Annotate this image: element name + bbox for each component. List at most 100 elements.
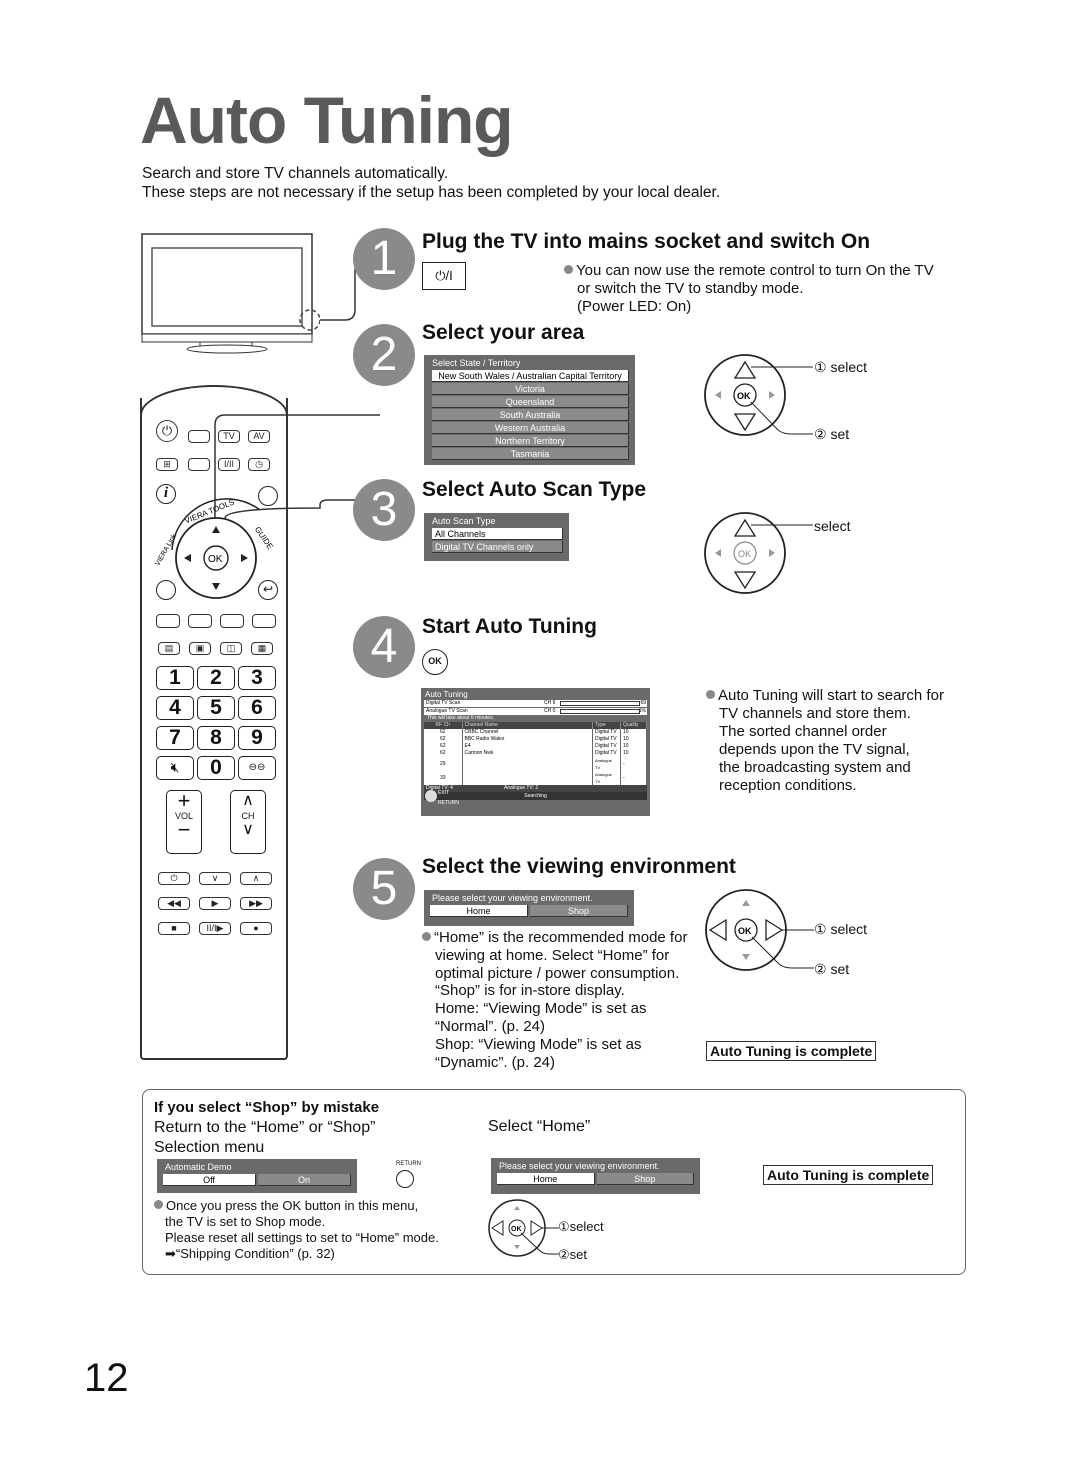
return-button[interactable]: ↩ (258, 580, 278, 600)
text-button[interactable]: ▤ (158, 642, 180, 655)
note-line: Home: “Viewing Mode” is set as (435, 1000, 647, 1018)
column-header: RF Ch (424, 722, 463, 729)
blank-button[interactable] (188, 430, 210, 443)
note-line: the broadcasting system and (719, 759, 911, 776)
number-key[interactable]: 4 (156, 696, 194, 720)
note-line: “Normal”. (p. 24) (435, 1017, 546, 1035)
menu-header: Please select your viewing environment. (499, 1161, 660, 1171)
off-option[interactable]: Off (163, 1174, 256, 1186)
automatic-demo-menu: Automatic Demo Off On (157, 1159, 357, 1193)
mistake-note: Once you press the OK button in this men… (154, 1198, 439, 1262)
number-key[interactable]: 6 (238, 696, 276, 720)
table-row: 62 BBC Radio Wales Digital TV 10 (424, 736, 647, 743)
audio-button[interactable]: I/II (218, 458, 240, 471)
number-key[interactable]: 1 (156, 666, 194, 690)
auto-scan-type-menu: Auto Scan Type All Channels Digital TV C… (424, 513, 569, 561)
menu-option[interactable]: All Channels (432, 528, 563, 540)
on-option[interactable]: On (258, 1174, 351, 1186)
note-line: depends upon the TV signal, (719, 741, 910, 758)
volume-rocker[interactable]: + VOL − (166, 790, 202, 854)
index-button[interactable]: ▣ (189, 642, 211, 655)
menu-header: Auto Scan Type (432, 516, 496, 526)
step-title: Plug the TV into mains socket and switch… (422, 230, 871, 253)
page-title: Auto Tuning (140, 83, 514, 157)
menu-option[interactable]: South Australia (432, 409, 629, 421)
stop-button[interactable]: ■ (158, 922, 190, 935)
page-number: 12 (84, 1356, 129, 1400)
number-key[interactable]: 7 (156, 726, 194, 750)
home-option[interactable]: Home (497, 1173, 595, 1185)
blank-button[interactable] (188, 458, 210, 471)
note-line: Auto Tuning will start to search for (718, 687, 944, 704)
step-title: Select the viewing environment (422, 855, 736, 878)
menu-option[interactable]: Victoria (432, 383, 629, 395)
step-number: 3 (353, 479, 415, 541)
mute-button[interactable]: 🔇︎ (156, 756, 194, 780)
shipping-condition-link[interactable]: “Shipping Condition” (p. 32) (176, 1246, 335, 1261)
note-line: Please reset all settings to set to “Hom… (165, 1230, 439, 1245)
color-button-green[interactable] (188, 614, 212, 628)
home-option[interactable]: Home (430, 905, 528, 917)
menu-button[interactable]: ⊞ (156, 458, 178, 471)
auto-tuning-screen: Auto Tuning Digital TV Scan CH 6 69 Anal… (421, 688, 650, 816)
nav-diagram-left-right: OK (705, 889, 814, 971)
ch-label: CH (241, 811, 255, 821)
select-label: ① select (814, 359, 868, 375)
note-line: reception conditions. (719, 777, 857, 794)
svg-text:OK: OK (511, 1226, 522, 1233)
power-button[interactable]: ⏻ (156, 420, 178, 442)
menu-option[interactable]: Digital TV Channels only (432, 541, 563, 553)
menu-option[interactable]: Tasmania (432, 448, 629, 460)
shop-option[interactable]: Shop (530, 905, 628, 917)
color-button-blue[interactable] (252, 614, 276, 628)
number-key[interactable]: 8 (197, 726, 235, 750)
hold-button[interactable]: ◫ (220, 642, 242, 655)
number-key[interactable]: 5 (197, 696, 235, 720)
menu-header: Select State / Territory (432, 358, 521, 368)
last-view-button[interactable]: ⊖⊖ (238, 756, 276, 780)
number-key[interactable]: 2 (197, 666, 235, 690)
shop-option[interactable]: Shop (596, 1173, 694, 1185)
tv-button[interactable]: TV (218, 430, 240, 443)
number-key[interactable]: 9 (238, 726, 276, 750)
step-4-note: Auto Tuning will start to search for TV … (706, 687, 944, 795)
intro-text: Search and store TV channels automatical… (142, 164, 720, 202)
timer-button[interactable]: ◷ (248, 458, 270, 471)
menu-option[interactable]: Western Australia (432, 422, 629, 434)
select-label: select (814, 518, 851, 534)
menu-option[interactable]: Northern Territory (432, 435, 629, 447)
standby-button[interactable]: ⏻ (158, 872, 190, 885)
step-5-note: “Home” is the recommended mode for viewi… (422, 929, 687, 1071)
table-row: 33 Analogue TV - (424, 771, 647, 785)
step-1-note: You can now use the remote control to tu… (564, 262, 934, 316)
number-key[interactable]: 0 (197, 756, 235, 780)
round-button[interactable] (156, 580, 176, 600)
up-button[interactable]: ∧ (240, 872, 272, 885)
subtitle-button[interactable]: ▦ (251, 642, 273, 655)
column-header: Type (592, 722, 621, 729)
color-button-yellow[interactable] (220, 614, 244, 628)
step-number: 2 (353, 324, 415, 386)
number-key[interactable]: 3 (238, 666, 276, 690)
step-title: Select Auto Scan Type (422, 478, 647, 501)
record-button[interactable]: ● (240, 922, 272, 935)
note-line: “Dynamic”. (p. 24) (435, 1053, 556, 1071)
rewind-button[interactable]: ◀◀ (158, 897, 190, 910)
menu-option[interactable]: Queensland (432, 396, 629, 408)
note-line: TV channels and store them. (719, 705, 911, 722)
channel-rocker[interactable]: ∧ CH ∨ (230, 790, 266, 854)
set-label: ② set (814, 426, 850, 442)
pause-button[interactable]: II/I▶ (199, 922, 231, 935)
svg-text:OK: OK (208, 554, 223, 565)
fast-forward-button[interactable]: ▶▶ (240, 897, 272, 910)
screen-header: Auto Tuning (425, 690, 468, 699)
av-button[interactable]: AV (248, 430, 270, 443)
down-button[interactable]: ∨ (199, 872, 231, 885)
color-button-red[interactable] (156, 614, 180, 628)
svg-text:OK: OK (738, 549, 751, 559)
mistake-right-heading: Select “Home” (488, 1118, 591, 1135)
menu-option[interactable]: New South Wales / Australian Capital Ter… (432, 370, 629, 382)
play-button[interactable]: ▶ (199, 897, 231, 910)
select-label: ①select (558, 1219, 604, 1234)
heading-line: Return to the “Home” or “Shop” (154, 1119, 376, 1136)
